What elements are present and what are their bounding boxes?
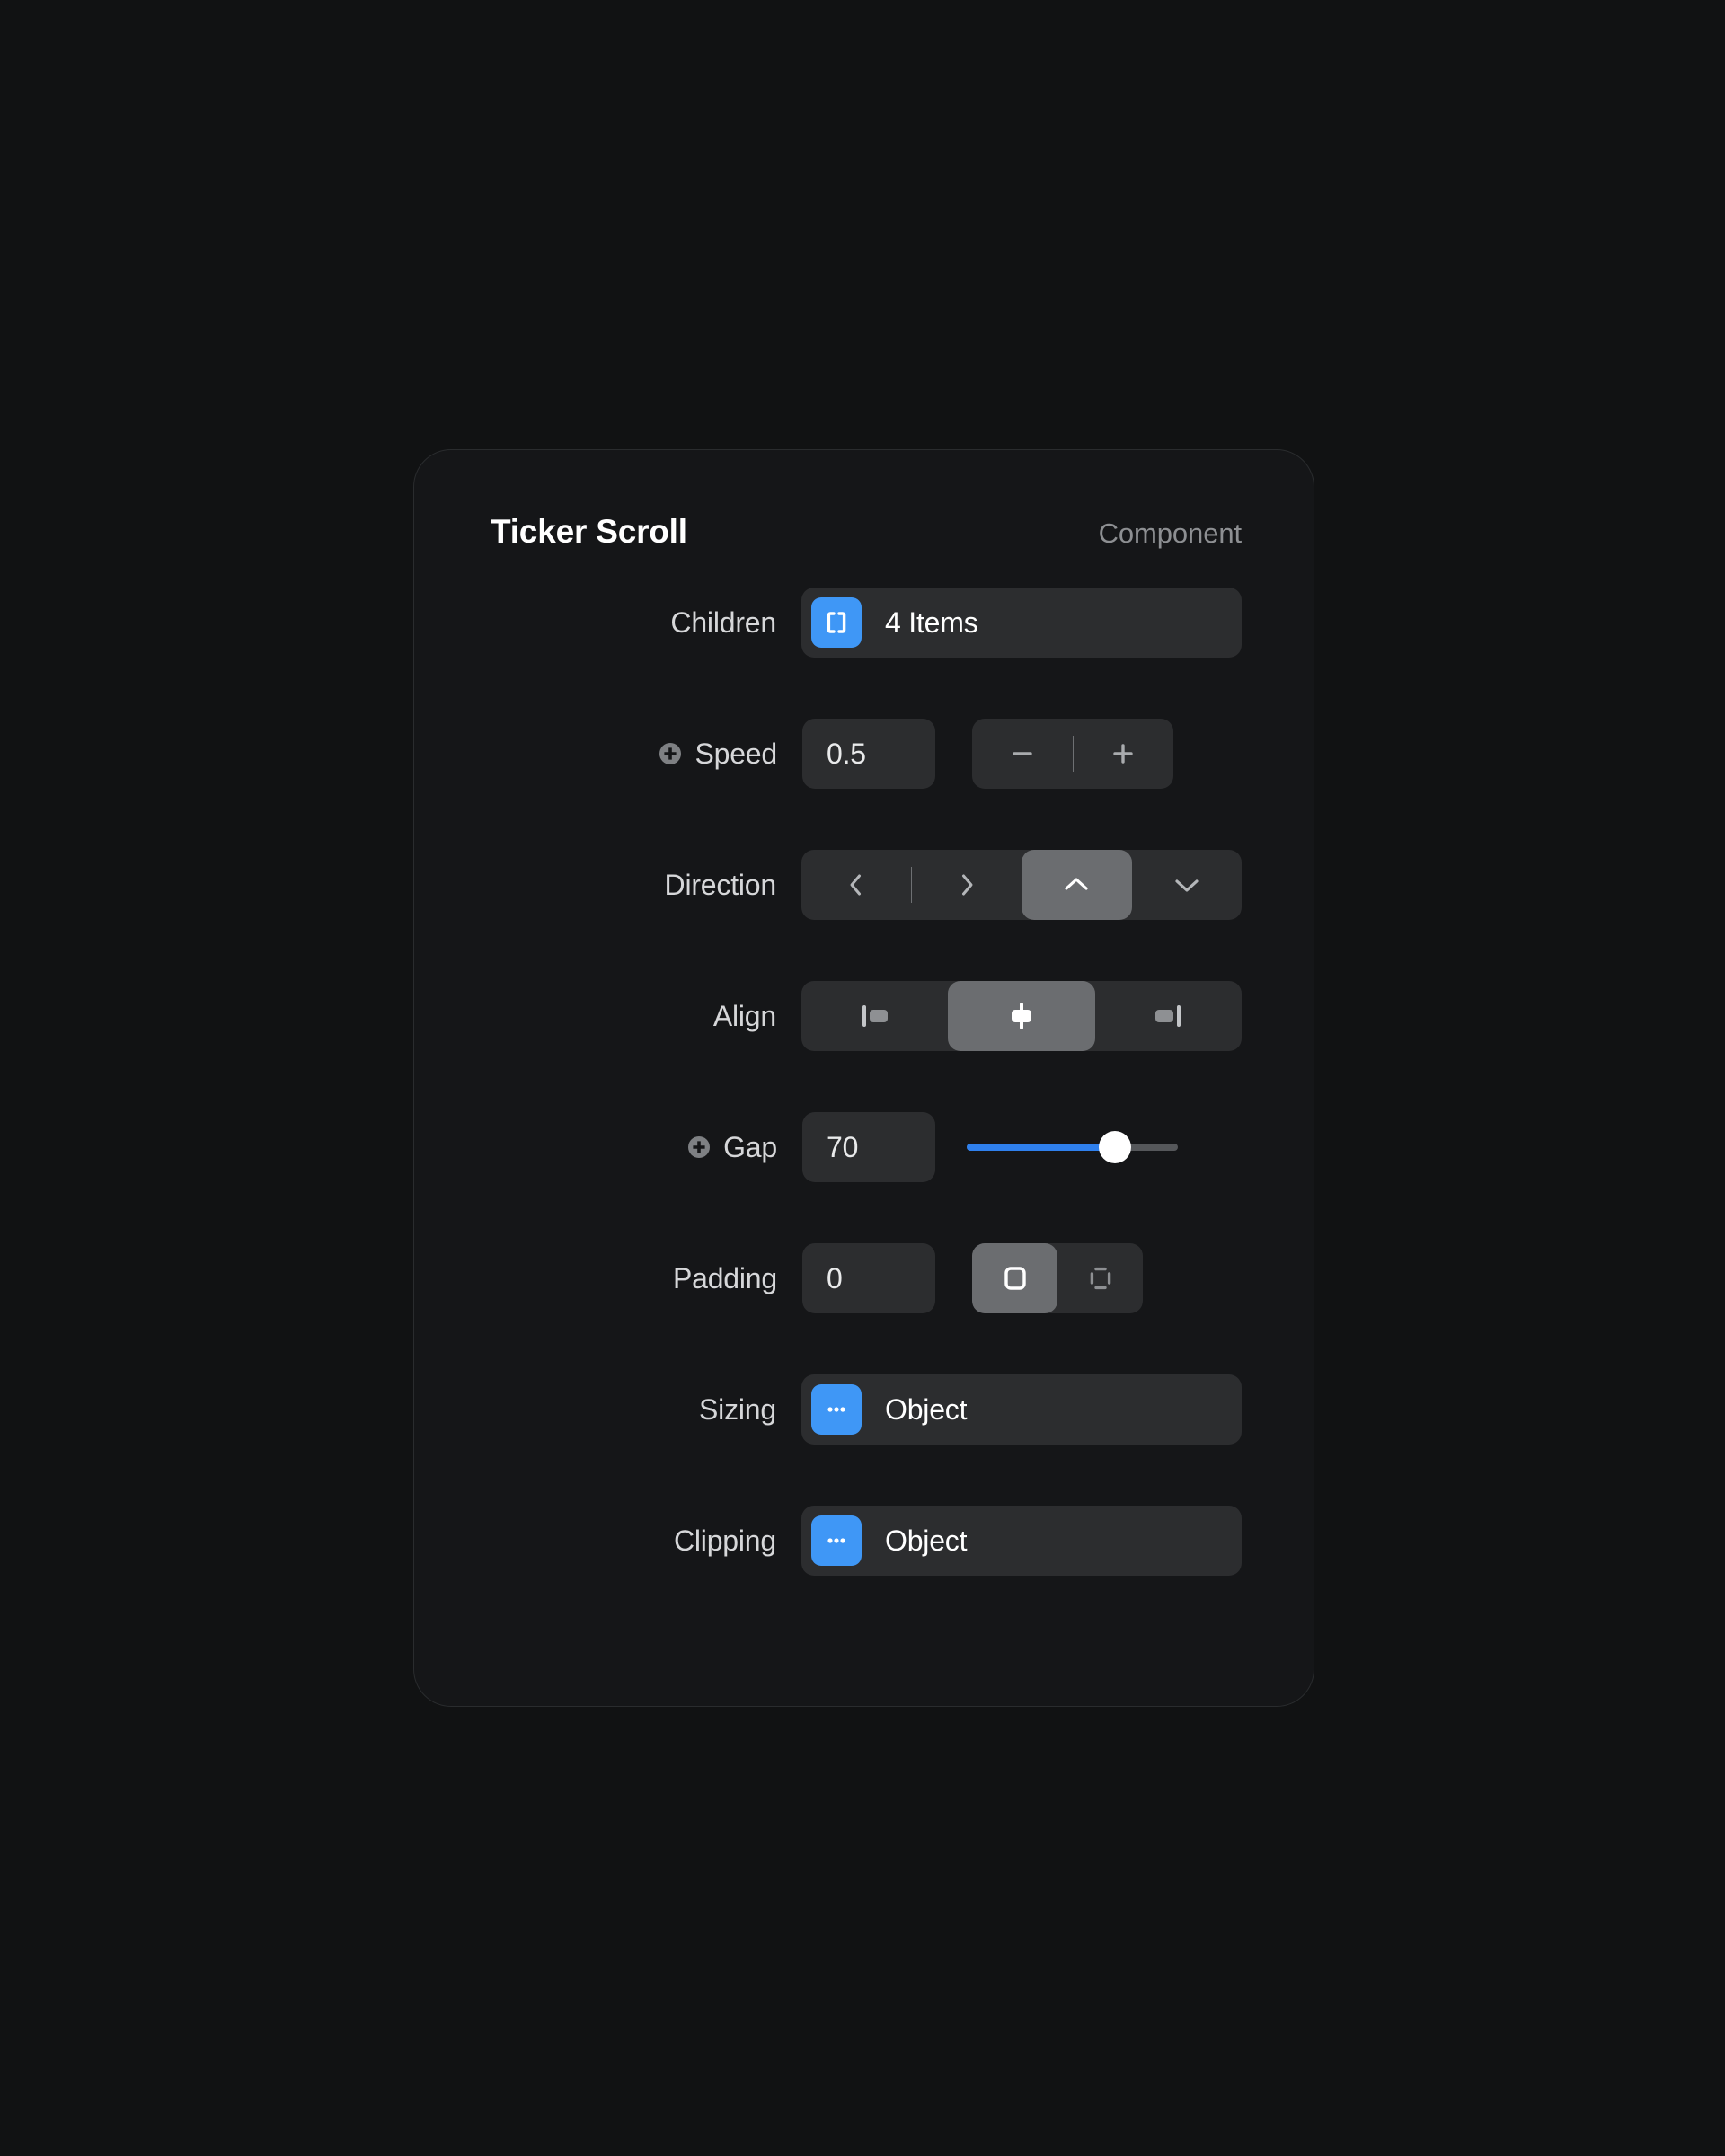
speed-controls: 0.5 bbox=[802, 719, 1242, 789]
speed-decrement-button[interactable] bbox=[972, 719, 1073, 789]
gap-slider[interactable] bbox=[967, 1112, 1178, 1182]
sizing-value: Object bbox=[885, 1392, 968, 1426]
ellipsis-icon bbox=[811, 1515, 862, 1566]
page-title: Ticker Scroll bbox=[491, 513, 687, 550]
speed-label: Speed bbox=[486, 738, 802, 771]
gap-value: 70 bbox=[827, 1130, 859, 1163]
align-start-button[interactable] bbox=[801, 981, 948, 1051]
component-type-label: Component bbox=[1098, 517, 1242, 549]
plus-circle-icon[interactable] bbox=[686, 1135, 712, 1160]
padding-mode-toggle bbox=[972, 1243, 1143, 1313]
direction-up-button[interactable] bbox=[1022, 850, 1132, 920]
row-children: Children 4 Items bbox=[486, 588, 1242, 658]
gap-label: Gap bbox=[486, 1131, 802, 1164]
padding-uniform-button[interactable] bbox=[972, 1243, 1057, 1313]
gap-label-text: Gap bbox=[723, 1130, 777, 1163]
direction-controls bbox=[801, 850, 1242, 920]
ellipsis-icon bbox=[811, 1384, 862, 1435]
gap-slider-fill bbox=[967, 1144, 1115, 1151]
row-align: Align bbox=[486, 981, 1242, 1051]
clipping-select[interactable]: Object bbox=[801, 1506, 1242, 1576]
children-label: Children bbox=[670, 605, 776, 639]
square-dashed-icon bbox=[1083, 1260, 1119, 1296]
sizing-select[interactable]: Object bbox=[801, 1374, 1242, 1445]
padding-individual-button[interactable] bbox=[1057, 1243, 1143, 1313]
row-direction: Direction bbox=[486, 850, 1242, 920]
property-rows: Children 4 Items Speed 0.5 Direction Ali… bbox=[414, 551, 1314, 1576]
sizing-label: Sizing bbox=[699, 1392, 776, 1426]
chevron-left-icon bbox=[841, 870, 871, 900]
speed-input[interactable]: 0.5 bbox=[802, 719, 935, 789]
clipping-label: Clipping bbox=[673, 1524, 776, 1557]
direction-segmented-control bbox=[801, 850, 1242, 920]
children-value: 4 Items bbox=[885, 605, 978, 639]
direction-label: Direction bbox=[664, 868, 777, 901]
speed-label-text: Speed bbox=[694, 737, 777, 770]
align-end-icon bbox=[1147, 998, 1189, 1034]
clipping-controls: Object bbox=[801, 1506, 1242, 1576]
gap-controls: 70 bbox=[802, 1112, 1242, 1182]
padding-label: Padding bbox=[672, 1261, 777, 1294]
chevron-right-icon bbox=[951, 870, 982, 900]
children-controls: 4 Items bbox=[801, 588, 1242, 658]
align-controls bbox=[801, 981, 1242, 1051]
clipping-value: Object bbox=[885, 1524, 968, 1557]
row-sizing: Sizing Object bbox=[486, 1374, 1242, 1445]
direction-right-button[interactable] bbox=[912, 850, 1022, 920]
speed-increment-button[interactable] bbox=[1074, 719, 1174, 789]
align-center-button[interactable] bbox=[948, 981, 1095, 1051]
minus-icon bbox=[1008, 739, 1037, 768]
row-padding: Padding 0 bbox=[486, 1243, 1242, 1313]
row-clipping: Clipping Object bbox=[486, 1506, 1242, 1576]
padding-controls: 0 bbox=[802, 1243, 1242, 1313]
row-speed: Speed 0.5 bbox=[486, 719, 1242, 789]
plus-icon bbox=[1109, 739, 1137, 768]
align-label: Align bbox=[712, 999, 776, 1032]
properties-panel: Ticker Scroll Component Children 4 Items bbox=[413, 449, 1314, 1707]
square-solid-icon bbox=[997, 1260, 1033, 1296]
direction-horizontal-pair bbox=[801, 850, 1022, 920]
speed-stepper bbox=[972, 719, 1173, 789]
sizing-controls: Object bbox=[801, 1374, 1242, 1445]
brackets-icon bbox=[811, 597, 862, 648]
align-start-icon bbox=[854, 998, 896, 1034]
gap-input[interactable]: 70 bbox=[802, 1112, 935, 1182]
direction-left-button[interactable] bbox=[801, 850, 911, 920]
padding-value: 0 bbox=[827, 1261, 843, 1294]
chevron-up-icon bbox=[1059, 868, 1093, 902]
children-select[interactable]: 4 Items bbox=[801, 588, 1242, 658]
chevron-down-icon bbox=[1170, 868, 1204, 902]
plus-circle-icon[interactable] bbox=[658, 741, 683, 766]
gap-slider-thumb[interactable] bbox=[1098, 1131, 1131, 1163]
row-gap: Gap 70 bbox=[486, 1112, 1242, 1182]
direction-down-button[interactable] bbox=[1132, 850, 1243, 920]
align-segmented-control bbox=[801, 981, 1242, 1051]
padding-input[interactable]: 0 bbox=[802, 1243, 935, 1313]
speed-value: 0.5 bbox=[827, 737, 866, 770]
panel-header: Ticker Scroll Component bbox=[414, 450, 1314, 551]
align-end-button[interactable] bbox=[1095, 981, 1242, 1051]
align-center-icon bbox=[1001, 998, 1042, 1034]
